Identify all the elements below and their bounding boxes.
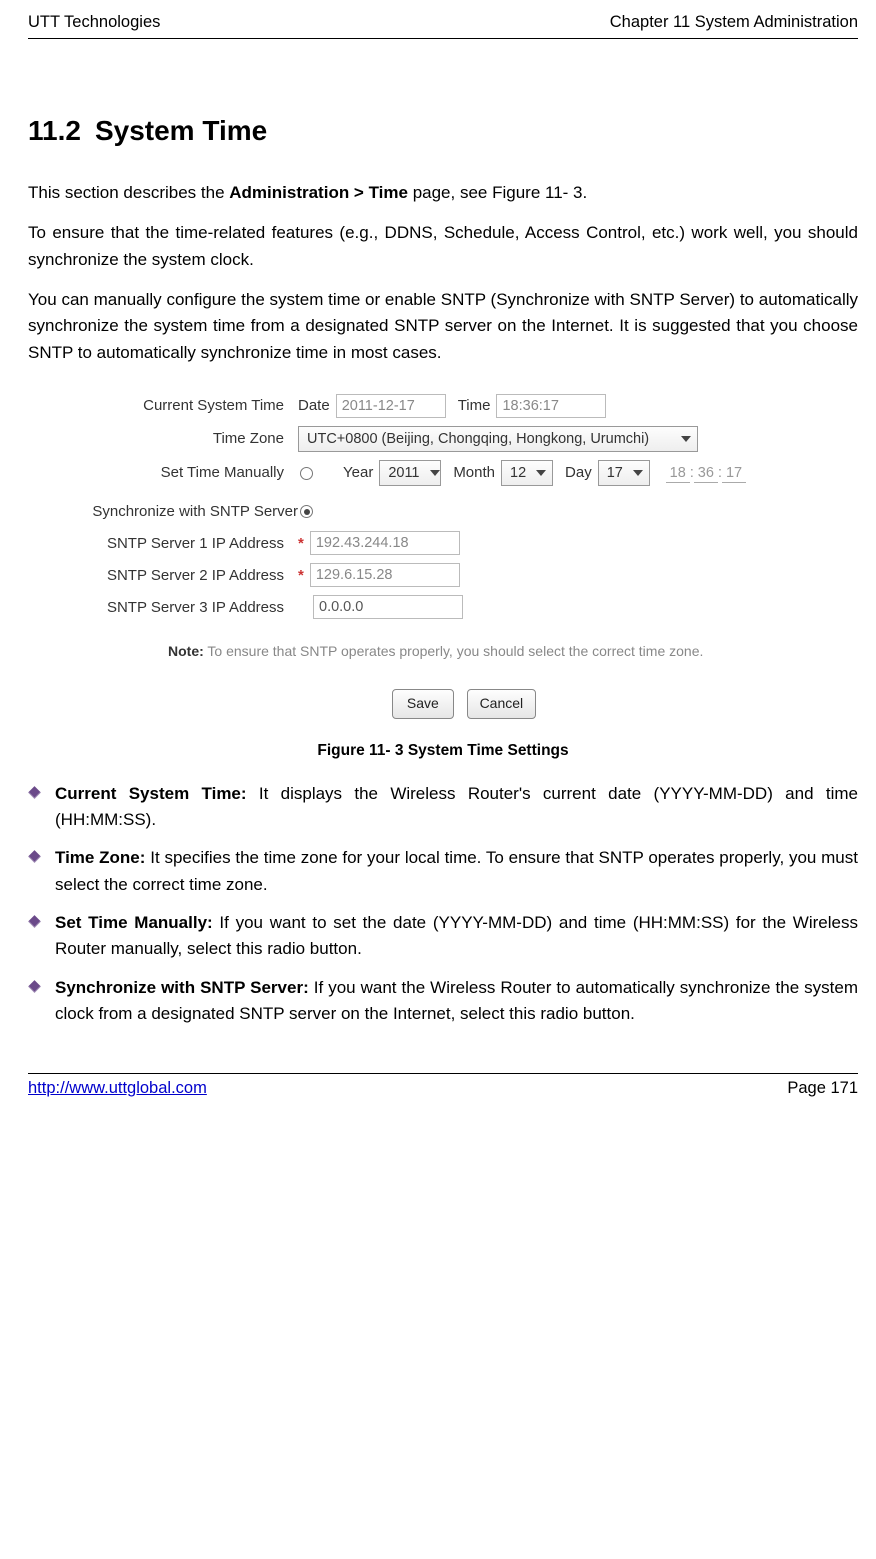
note-text: To ensure that SNTP operates properly, y…	[204, 643, 704, 659]
intro-para-2: To ensure that the time-related features…	[28, 220, 858, 273]
current-time-field	[496, 394, 606, 418]
label-time: Time	[458, 394, 491, 417]
list-item: Time Zone: It specifies the time zone fo…	[28, 845, 858, 898]
label-date: Date	[298, 394, 330, 417]
section-heading: 11.2 System Time	[28, 109, 858, 152]
page-footer: http://www.uttglobal.com Page 171	[28, 1073, 858, 1102]
footer-link[interactable]: http://www.uttglobal.com	[28, 1076, 207, 1102]
intro-para-3: You can manually configure the system ti…	[28, 287, 858, 366]
page-header: UTT Technologies Chapter 11 System Admin…	[28, 10, 858, 39]
sntp3-input[interactable]	[313, 595, 463, 619]
label-sntp-sync: Synchronize with SNTP Server	[28, 500, 298, 523]
label-year: Year	[343, 461, 373, 484]
header-brand: UTT Technologies	[28, 10, 160, 36]
row-sntp1: SNTP Server 1 IP Address *	[78, 531, 850, 555]
diamond-bullet-icon	[28, 980, 41, 993]
list-item: Synchronize with SNTP Server: If you wan…	[28, 975, 858, 1028]
header-chapter: Chapter 11 System Administration	[610, 10, 858, 36]
required-asterisk: *	[298, 532, 304, 555]
sntp2-input[interactable]	[310, 563, 460, 587]
form-note: Note: To ensure that SNTP operates prope…	[168, 641, 850, 663]
current-date-field	[336, 394, 446, 418]
cancel-button[interactable]: Cancel	[467, 689, 537, 719]
list-item: Set Time Manually: If you want to set th…	[28, 910, 858, 963]
row-sntp3: SNTP Server 3 IP Address	[78, 595, 850, 619]
set-manually-radio[interactable]	[300, 467, 313, 480]
footer-page-number: Page 171	[787, 1076, 858, 1102]
diamond-bullet-icon	[28, 786, 41, 799]
sntp1-input[interactable]	[310, 531, 460, 555]
manual-hh[interactable]	[666, 465, 690, 483]
label-set-manually: Set Time Manually	[78, 461, 298, 484]
label-day: Day	[565, 461, 592, 484]
time-zone-value: UTC+0800 (Beijing, Chongqing, Hongkong, …	[307, 428, 649, 450]
diamond-bullet-icon	[28, 850, 41, 863]
label-time-zone: Time Zone	[78, 427, 298, 450]
diamond-bullet-icon	[28, 915, 41, 928]
label-current-system-time: Current System Time	[78, 394, 298, 417]
section-title-text: System Time	[95, 115, 267, 146]
definition-list: Current System Time: It displays the Wir…	[28, 781, 858, 1028]
row-sntp-sync: Synchronize with SNTP Server	[78, 500, 850, 523]
chevron-down-icon	[536, 470, 546, 476]
sntp-sync-radio[interactable]	[300, 505, 313, 518]
chevron-down-icon	[633, 470, 643, 476]
required-asterisk: *	[298, 564, 304, 587]
day-select[interactable]: 17	[598, 460, 650, 486]
label-sntp3: SNTP Server 3 IP Address	[78, 596, 298, 619]
figure-caption: Figure 11- 3 System Time Settings	[28, 739, 858, 763]
row-set-manually: Set Time Manually Year 2011 Month 12 Day…	[78, 460, 850, 486]
time-zone-select[interactable]: UTC+0800 (Beijing, Chongqing, Hongkong, …	[298, 426, 698, 452]
manual-mm[interactable]	[694, 465, 718, 483]
section-number: 11.2	[28, 115, 81, 146]
row-time-zone: Time Zone UTC+0800 (Beijing, Chongqing, …	[78, 426, 850, 452]
intro-para-1: This section describes the Administratio…	[28, 180, 858, 206]
figure-system-time: Current System Time Date Time Time Zone …	[28, 380, 858, 731]
row-current-time: Current System Time Date Time	[78, 394, 850, 418]
form-button-bar: Save Cancel	[78, 689, 850, 719]
label-sntp2: SNTP Server 2 IP Address	[78, 564, 298, 587]
label-sntp1: SNTP Server 1 IP Address	[78, 532, 298, 555]
year-select[interactable]: 2011	[379, 460, 441, 486]
label-month: Month	[453, 461, 495, 484]
note-label: Note:	[168, 643, 204, 659]
manual-ss[interactable]	[722, 465, 746, 483]
save-button[interactable]: Save	[392, 689, 454, 719]
chevron-down-icon	[681, 436, 691, 442]
list-item: Current System Time: It displays the Wir…	[28, 781, 858, 834]
chevron-down-icon	[430, 470, 440, 476]
manual-time-group: ::	[666, 461, 746, 484]
month-select[interactable]: 12	[501, 460, 553, 486]
row-sntp2: SNTP Server 2 IP Address *	[78, 563, 850, 587]
